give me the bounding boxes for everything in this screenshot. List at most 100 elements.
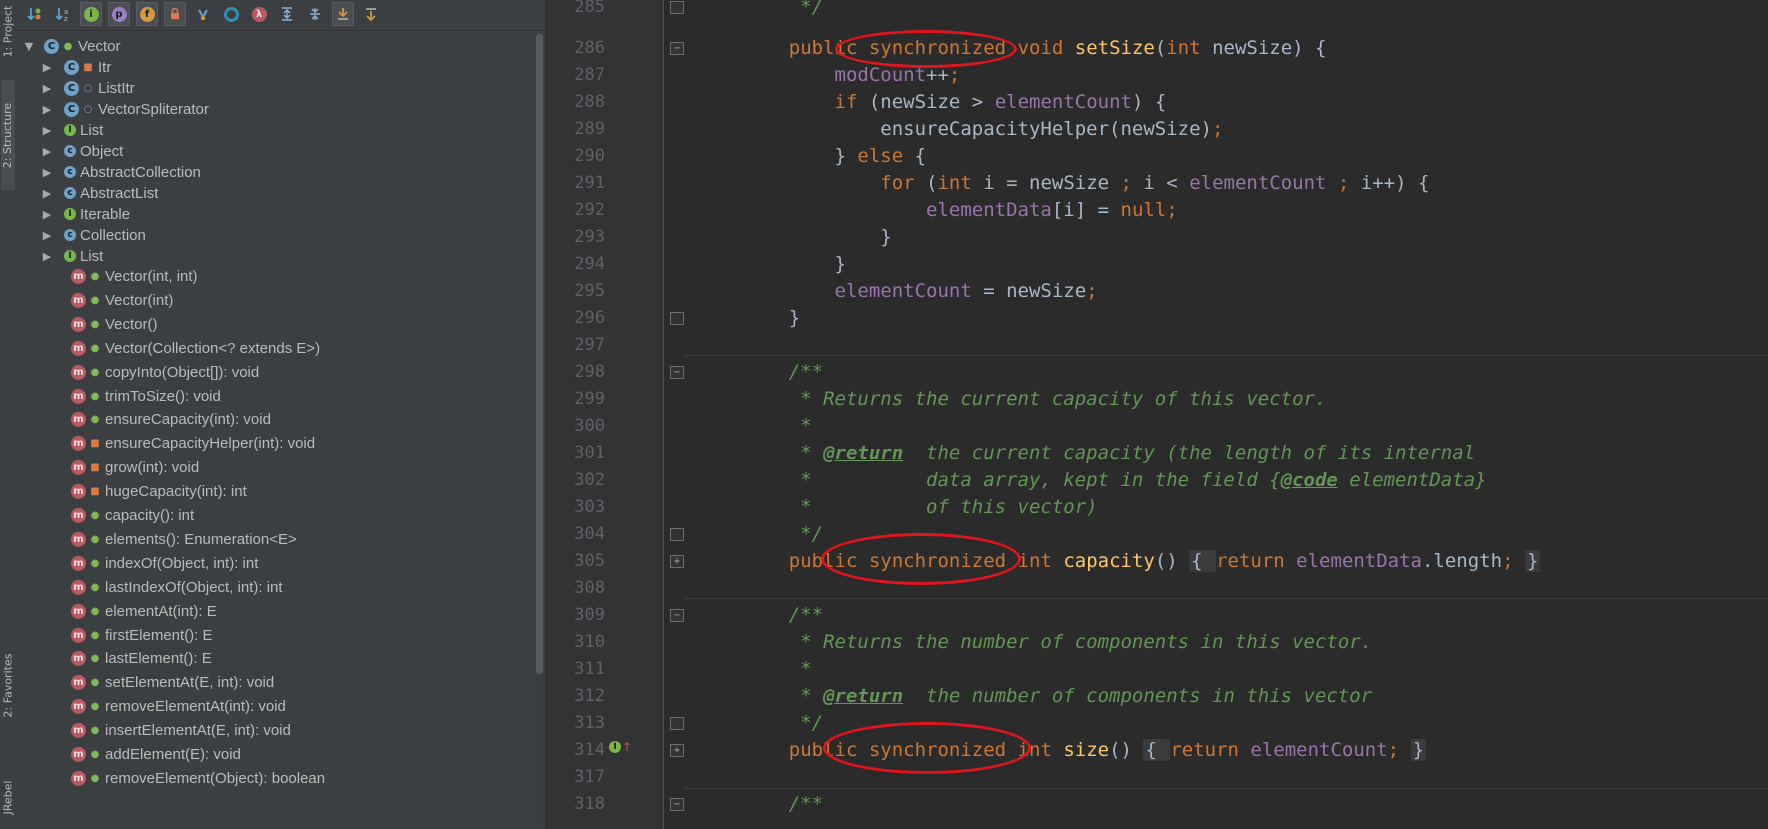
code-token: */	[743, 712, 824, 734]
expand-all-button[interactable]	[276, 2, 298, 26]
method-node[interactable]: m ● setElementAt(E, int): void	[71, 670, 274, 694]
method-label: removeElement(Object): boolean	[105, 769, 326, 787]
code-token: *	[743, 415, 812, 437]
public-icon: ●	[90, 652, 100, 664]
method-label: elements(): Enumeration<E>	[105, 530, 297, 548]
code-area[interactable]: */ public synchronized void setSize(int …	[545, 0, 1768, 829]
public-icon: ●	[90, 748, 100, 760]
jrebel-tool-tab[interactable]: JRebel	[1, 765, 15, 829]
method-node[interactable]: m ● elements(): Enumeration<E>	[71, 527, 297, 551]
code-line: if (newSize > elementCount) {	[743, 89, 1167, 116]
method-node[interactable]: m ● firstElement(): E	[71, 623, 213, 647]
fold-collapse-icon[interactable]: −	[670, 798, 684, 811]
method-node[interactable]: m ● trimToSize(): void	[71, 384, 221, 408]
collapsed-arrow-icon: ▶	[42, 144, 52, 158]
project-tool-tab[interactable]: 1: Project	[1, 0, 15, 62]
code-token: *	[743, 685, 824, 707]
method-node[interactable]: m ● lastElement(): E	[71, 646, 212, 670]
code-token: @code	[1280, 469, 1338, 491]
structure-tree: ▼ C ● Vector ▶ C ■ Itr ▶ C ○ ListItr ▶ C…	[16, 33, 545, 829]
code-token: i = newSize	[983, 172, 1121, 194]
method-node[interactable]: m ● copyInto(Object[]): void	[71, 360, 259, 384]
method-label: ensureCapacity(int): void	[105, 410, 271, 428]
code-token: */	[743, 523, 824, 545]
code-token: setSize	[1074, 37, 1155, 59]
method-node[interactable]: m ■ hugeCapacity(int): int	[71, 479, 247, 503]
fold-expand-icon[interactable]: +	[670, 744, 684, 757]
method-label: lastIndexOf(Object, int): int	[105, 578, 283, 596]
code-token: ++	[926, 64, 949, 86]
code-token: }	[1410, 739, 1427, 761]
method-node[interactable]: m ● ensureCapacity(int): void	[71, 407, 271, 431]
fold-collapse-icon[interactable]	[670, 312, 684, 325]
fold-collapse-icon[interactable]	[670, 1, 684, 14]
structure-tool-tab[interactable]: 2: Structure	[1, 80, 15, 190]
sort-visibility-icon	[27, 8, 41, 21]
method-node[interactable]: m ● indexOf(Object, int): int	[71, 551, 258, 575]
code-token: ;	[1502, 550, 1525, 572]
autoscroll-from-source-button[interactable]	[360, 2, 382, 26]
code-token: .length	[1421, 550, 1503, 572]
code-token: /**	[743, 361, 824, 383]
method-node[interactable]: m ● Vector(int, int)	[71, 264, 198, 288]
method-icon: m	[71, 292, 86, 308]
structure-scrollbar-thumb[interactable]	[536, 34, 543, 674]
fold-collapse-icon[interactable]	[670, 717, 684, 730]
fold-collapse-icon[interactable]	[670, 528, 684, 541]
method-node[interactable]: m ● insertElementAt(E, int): void	[71, 718, 291, 742]
show-non-public-button[interactable]	[164, 2, 186, 26]
interface-icon: I	[64, 208, 76, 220]
favorites-tool-tab[interactable]: 2: Favorites	[1, 640, 15, 730]
fold-collapse-icon[interactable]: −	[670, 366, 684, 379]
code-token: {	[1143, 739, 1171, 761]
code-token: modCount	[743, 64, 927, 86]
show-fields-button[interactable]: f	[136, 2, 158, 26]
show-anonymous-classes-button[interactable]	[220, 2, 242, 26]
public-icon: ●	[90, 294, 100, 306]
show-lambdas-button[interactable]: λ	[248, 2, 270, 26]
code-line: }	[743, 251, 846, 278]
code-token: (	[1154, 37, 1167, 59]
method-node[interactable]: m ● Vector(int)	[71, 288, 173, 312]
sort-by-visibility-button[interactable]	[24, 2, 46, 26]
method-node[interactable]: m ● capacity(): int	[71, 503, 194, 527]
method-node[interactable]: m ● removeElementAt(int): void	[71, 694, 286, 718]
collapse-all-button[interactable]	[304, 2, 326, 26]
method-node[interactable]: m ● lastIndexOf(Object, int): int	[71, 575, 283, 599]
public-icon: ●	[90, 318, 100, 330]
structure-scrollbar[interactable]	[535, 34, 544, 824]
method-label: capacity(): int	[105, 506, 195, 524]
method-node[interactable]: m ■ grow(int): void	[71, 455, 199, 479]
method-icon: m	[71, 603, 86, 619]
code-token: [i] =	[1051, 199, 1121, 221]
show-inherited-button[interactable]: i	[80, 2, 102, 26]
autoscroll-to-source-button[interactable]	[332, 2, 354, 26]
method-label: hugeCapacity(int): int	[105, 482, 247, 500]
fold-collapse-icon[interactable]: −	[670, 42, 684, 55]
method-node[interactable]: m ● removeElement(Object): boolean	[71, 766, 325, 790]
show-properties-button[interactable]: p	[108, 2, 130, 26]
sort-alphabetically-button[interactable]: az	[52, 2, 74, 26]
method-node[interactable]: m ● elementAt(int): E	[71, 599, 217, 623]
code-editor[interactable]: 285 286 287 288 289 290 291 292 293 294 295 296 297 2…	[545, 0, 1768, 829]
code-token: elementCount	[994, 91, 1132, 113]
method-label: setElementAt(E, int): void	[105, 673, 275, 691]
code-line: ensureCapacityHelper(newSize);	[743, 116, 1223, 143]
code-token: * of this vector)	[743, 496, 1098, 518]
method-node[interactable]: m ● Vector()	[71, 312, 158, 336]
method-node[interactable]: m ● addElement(E): void	[71, 742, 241, 766]
show-anonymous-button[interactable]	[192, 2, 214, 26]
fold-collapse-icon[interactable]: −	[670, 609, 684, 622]
code-token: newSize) {	[1212, 37, 1327, 59]
private-lock-icon: ■	[90, 485, 100, 497]
code-token: elementData}	[1337, 469, 1487, 491]
structure-toolbar: az i p f λ	[16, 0, 545, 31]
method-node[interactable]: m ■ ensureCapacityHelper(int): void	[71, 431, 315, 455]
implements-gutter-icon[interactable]: I ↑	[609, 740, 632, 754]
method-node[interactable]: m ● Vector(Collection<? extends E>)	[71, 336, 320, 360]
collapse-all-icon	[310, 8, 320, 20]
fold-expand-icon[interactable]: +	[670, 555, 684, 568]
method-label: indexOf(Object, int): int	[105, 554, 259, 572]
code-line: * of this vector)	[743, 494, 1098, 521]
method-icon: m	[71, 770, 86, 786]
